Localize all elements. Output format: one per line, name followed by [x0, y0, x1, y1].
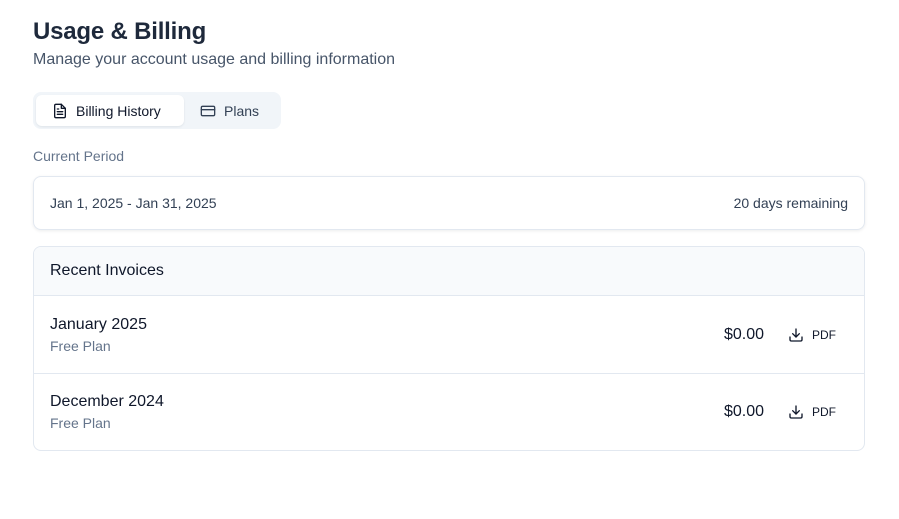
- pdf-label: PDF: [812, 327, 836, 342]
- billing-page: Usage & Billing Manage your account usag…: [33, 17, 865, 451]
- invoice-plan: Free Plan: [50, 337, 111, 354]
- days-remaining: 20 days remaining: [733, 195, 848, 211]
- tab-label: Plans: [224, 102, 260, 119]
- tab-label: Billing History: [76, 102, 161, 119]
- billing-tabs: Billing History Plans: [33, 92, 281, 129]
- download-pdf-button[interactable]: PDF: [776, 319, 848, 351]
- invoice-actions: $0.00 PDF: [724, 319, 848, 351]
- invoice-amount: $0.00: [723, 403, 764, 420]
- invoices-heading: Recent Invoices: [34, 247, 864, 296]
- page-subtitle: Manage your account usage and billing in…: [33, 51, 396, 68]
- invoice-info: January 2025 Free Plan: [50, 315, 147, 355]
- invoice-info: December 2024 Free Plan: [50, 392, 164, 432]
- invoice-amount: $0.00: [723, 325, 764, 343]
- invoice-name: January 2025: [50, 315, 147, 333]
- tab-billing-history[interactable]: Billing History: [36, 95, 184, 126]
- period-range: Jan 1, 2025 - Jan 31, 2025: [50, 195, 217, 211]
- invoice-actions: $0.00 PDF: [724, 396, 848, 428]
- page-title: Usage & Billing: [33, 18, 207, 45]
- credit-card-icon: [200, 103, 216, 119]
- current-period-label: Current Period: [33, 148, 125, 164]
- invoice-name: December 2024: [50, 393, 164, 410]
- invoice-row: January 2025 Free Plan $0.00 PDF: [34, 296, 864, 373]
- pdf-label: PDF: [812, 405, 836, 419]
- invoice-row: December 2024 Free Plan $0.00 PDF: [34, 373, 864, 450]
- current-period-card: Jan 1, 2025 - Jan 31, 2025 20 days remai…: [33, 176, 865, 230]
- download-icon: [788, 404, 804, 420]
- tab-plans[interactable]: Plans: [184, 95, 275, 126]
- download-pdf-button[interactable]: PDF: [776, 396, 848, 428]
- invoice-plan: Free Plan: [50, 415, 111, 431]
- recent-invoices: Recent Invoices January 2025 Free Plan $…: [33, 246, 865, 451]
- download-icon: [788, 327, 804, 343]
- file-text-icon: [52, 103, 68, 119]
